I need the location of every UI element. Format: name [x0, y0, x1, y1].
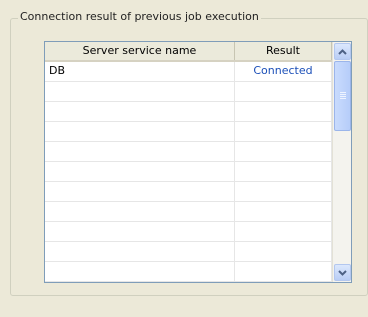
column-header-server-service-name[interactable]: Server service name	[45, 42, 235, 60]
server-service-name-cell	[45, 162, 235, 181]
groupbox-title: Connection result of previous job execut…	[18, 9, 261, 25]
thumb-grip	[340, 98, 346, 99]
scroll-down-button[interactable]	[334, 264, 351, 281]
scroll-up-button[interactable]	[334, 43, 351, 60]
table-row[interactable]: DB Connected	[45, 62, 332, 82]
result-cell	[235, 122, 332, 141]
server-service-name-cell: DB	[45, 62, 235, 81]
server-service-name-cell	[45, 242, 235, 261]
table-row[interactable]	[45, 202, 332, 222]
server-service-name-cell	[45, 102, 235, 121]
table-body: DB Connected	[45, 62, 332, 282]
result-cell: Connected	[235, 62, 332, 81]
server-service-name-cell	[45, 182, 235, 201]
server-service-name-cell	[45, 82, 235, 101]
connection-result-table[interactable]: Server service name Result DB Connected	[44, 41, 352, 283]
server-service-name-cell	[45, 122, 235, 141]
result-cell	[235, 102, 332, 121]
table-row[interactable]	[45, 262, 332, 282]
table-row[interactable]	[45, 222, 332, 242]
result-cell	[235, 142, 332, 161]
table-row[interactable]	[45, 142, 332, 162]
result-cell	[235, 82, 332, 101]
table-header: Server service name Result	[45, 42, 332, 62]
result-cell	[235, 242, 332, 261]
table-row[interactable]	[45, 102, 332, 122]
table-row[interactable]	[45, 182, 332, 202]
chevron-up-icon	[338, 48, 347, 55]
chevron-down-icon	[338, 269, 347, 276]
server-service-name-cell	[45, 142, 235, 161]
result-cell	[235, 202, 332, 221]
result-cell	[235, 162, 332, 181]
server-service-name-cell	[45, 262, 235, 281]
result-cell	[235, 222, 332, 241]
result-cell	[235, 182, 332, 201]
result-cell	[235, 262, 332, 281]
thumb-grip	[340, 94, 346, 95]
table-row[interactable]	[45, 82, 332, 102]
table-row[interactable]	[45, 122, 332, 142]
vertical-scrollbar[interactable]	[332, 42, 351, 282]
column-header-result[interactable]: Result	[235, 42, 332, 60]
scrollbar-thumb[interactable]	[334, 61, 351, 131]
thumb-grip	[340, 96, 346, 97]
server-service-name-cell	[45, 222, 235, 241]
server-service-name-cell	[45, 202, 235, 221]
table-row[interactable]	[45, 162, 332, 182]
thumb-grip	[340, 92, 346, 93]
table-row[interactable]	[45, 242, 332, 262]
